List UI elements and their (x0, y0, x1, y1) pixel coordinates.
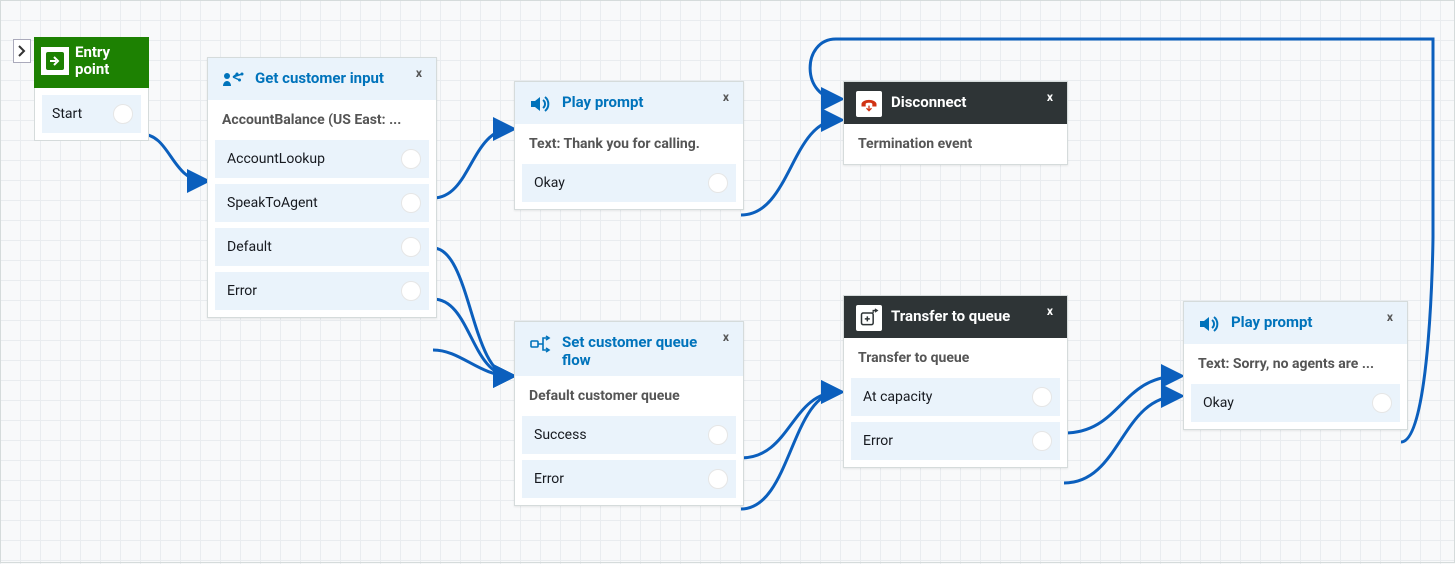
outlet-error[interactable]: Error (215, 272, 429, 310)
node-header: Set customer queue flow x (515, 322, 743, 376)
node-entry-point[interactable]: Entry point Start (34, 37, 149, 141)
hangup-icon (856, 91, 882, 117)
node-header: Play prompt x (1184, 302, 1407, 344)
node-title: Transfer to queue (891, 305, 1036, 325)
node-subtitle: AccountBalance (US East: ... (208, 100, 436, 140)
outlet-label: Default (227, 239, 272, 255)
outlet-okay[interactable]: Okay (1191, 384, 1400, 422)
node-subtitle: Transfer to queue (844, 338, 1067, 378)
node-transfer-to-queue[interactable]: Transfer to queue x Transfer to queue At… (843, 295, 1068, 468)
speaker-icon (527, 91, 553, 117)
node-title: Play prompt (562, 91, 712, 111)
outlet-label: Error (227, 283, 257, 299)
node-subtitle: Default customer queue (515, 376, 743, 416)
transfer-icon (856, 305, 882, 331)
outlet-speak-to-agent[interactable]: SpeakToAgent (215, 184, 429, 222)
outlet-label: Okay (534, 175, 565, 191)
outlet-label: Start (52, 106, 82, 122)
outlet-label: At capacity (863, 389, 932, 405)
node-header: Transfer to queue x (844, 296, 1067, 338)
node-subtitle: Termination event (844, 124, 1067, 164)
node-header: Play prompt x (515, 82, 743, 124)
node-set-customer-queue-flow[interactable]: Set customer queue flow x Default custom… (514, 321, 744, 506)
get-input-icon (220, 67, 246, 93)
node-header: Get customer input x (208, 58, 436, 100)
outlet-label: AccountLookup (227, 151, 325, 167)
close-icon[interactable]: x (1385, 311, 1395, 323)
node-title: Set customer queue flow (562, 331, 712, 369)
node-play-prompt-thankyou[interactable]: Play prompt x Text: Thank you for callin… (514, 81, 744, 210)
node-disconnect[interactable]: Disconnect x Termination event (843, 81, 1068, 165)
outlet-error[interactable]: Error (851, 422, 1060, 460)
outlet-error[interactable]: Error (522, 460, 736, 498)
node-subtitle: Text: Thank you for calling. (515, 124, 743, 164)
speaker-icon (1196, 311, 1222, 337)
close-icon[interactable]: x (1045, 91, 1055, 103)
close-icon[interactable]: x (721, 331, 731, 343)
outlet-label: Okay (1203, 395, 1234, 411)
outlet-okay[interactable]: Okay (522, 164, 736, 202)
flow-branch-icon (527, 331, 553, 357)
outlet-at-capacity[interactable]: At capacity (851, 378, 1060, 416)
close-icon[interactable]: x (414, 67, 424, 79)
outlet-label: SpeakToAgent (227, 195, 318, 211)
node-get-customer-input[interactable]: Get customer input x AccountBalance (US … (207, 57, 437, 318)
flow-canvas[interactable]: Entry point Start Get customer input x A… (1, 1, 1454, 562)
node-title: Play prompt (1231, 311, 1376, 331)
node-title: Disconnect (891, 91, 1036, 111)
node-header: Entry point (34, 37, 149, 88)
sidebar-expand-handle[interactable] (13, 39, 31, 63)
close-icon[interactable]: x (1045, 305, 1055, 317)
outlet-account-lookup[interactable]: AccountLookup (215, 140, 429, 178)
close-icon[interactable]: x (721, 91, 731, 103)
outlet-label: Error (863, 433, 893, 449)
outlet-success[interactable]: Success (522, 416, 736, 454)
node-header: Disconnect x (844, 82, 1067, 124)
outlet-start[interactable]: Start (42, 95, 141, 133)
entry-arrow-icon (41, 47, 69, 75)
chevron-right-icon (18, 45, 26, 57)
node-title: Entry point (75, 44, 139, 79)
node-subtitle: Text: Sorry, no agents are ... (1184, 344, 1407, 384)
outlet-label: Error (534, 471, 564, 487)
node-title: Get customer input (255, 67, 405, 87)
outlet-default[interactable]: Default (215, 228, 429, 266)
node-play-prompt-sorry[interactable]: Play prompt x Text: Sorry, no agents are… (1183, 301, 1408, 430)
outlet-label: Success (534, 427, 587, 443)
